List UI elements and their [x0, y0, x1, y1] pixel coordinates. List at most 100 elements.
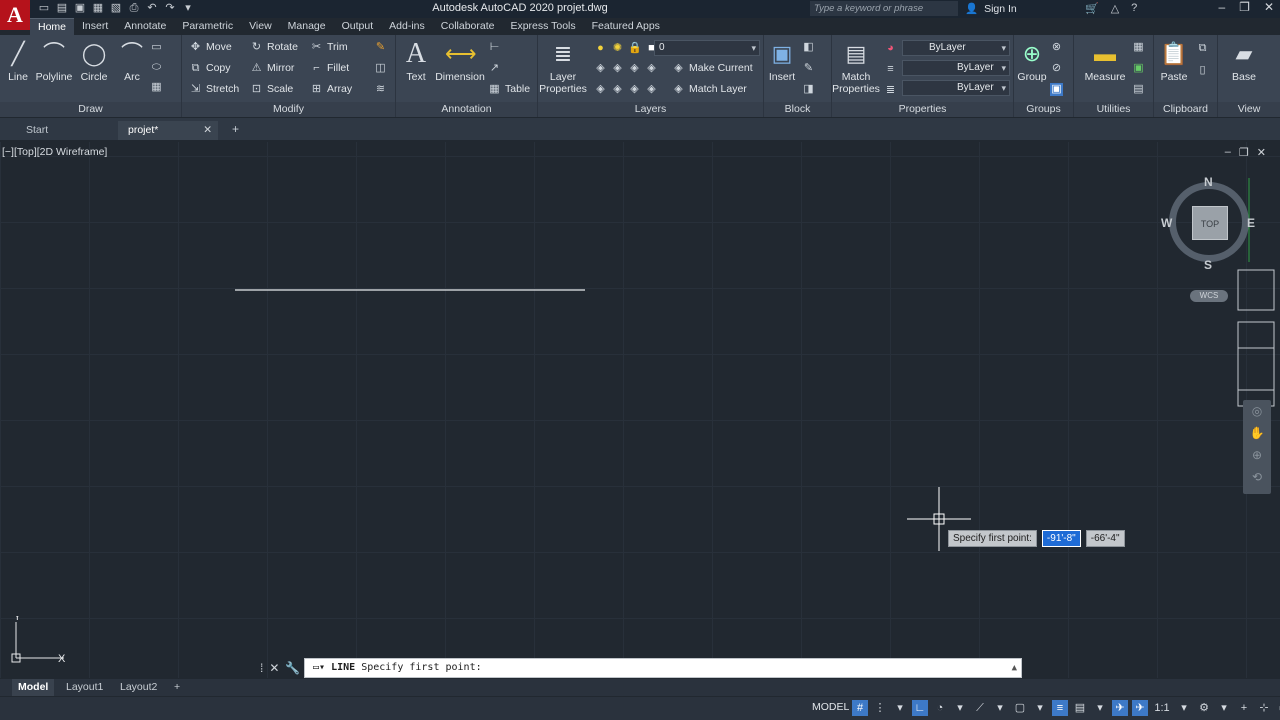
command-input[interactable]: ▭▾ LINE Specify first point: ▲	[304, 658, 1022, 678]
linetype-button[interactable]: ≡	[884, 60, 897, 78]
layer-delete-icon[interactable]: ◈	[628, 83, 641, 96]
quick-properties-icon[interactable]: ▭	[1276, 700, 1280, 716]
panel-title-groups[interactable]: Groups	[1014, 102, 1073, 117]
linetype-dropdown[interactable]: ByLayer	[902, 60, 1010, 76]
panel-title-layers[interactable]: Layers	[538, 102, 763, 117]
color-dropdown[interactable]: ByLayer	[902, 40, 1010, 56]
arc-button[interactable]: ⌒ Arc	[108, 39, 156, 83]
coordinate-y-input[interactable]: -66'-4"	[1085, 530, 1125, 547]
paste-button[interactable]: 📋 Paste	[1150, 39, 1198, 83]
offset-button[interactable]: ≋	[374, 80, 387, 98]
workspace-menu-icon[interactable]: ▾	[1216, 700, 1232, 716]
create-block-button[interactable]: ◧	[802, 38, 815, 56]
match-layer-button[interactable]: ◈ Match Layer	[672, 80, 747, 98]
hatch-button[interactable]: ⬭	[150, 58, 163, 76]
attribute-button[interactable]: ◨	[802, 80, 815, 98]
minimize-icon[interactable]: –	[1218, 0, 1225, 14]
leader-button[interactable]: ↗	[488, 59, 501, 77]
explode-button[interactable]: ◫	[374, 59, 387, 77]
wcs-menu[interactable]: WCS	[1190, 290, 1228, 302]
grip-icon[interactable]: ⁞	[260, 661, 263, 675]
autoscale-icon[interactable]: ✈	[1132, 700, 1148, 716]
sun-icon[interactable]: ✺	[611, 42, 624, 55]
stretch-button[interactable]: ⇲ Stretch	[189, 80, 239, 98]
command-prompt-icon[interactable]: ▭▾	[313, 662, 325, 673]
rectangle-button[interactable]: ▭	[150, 38, 163, 56]
array-button[interactable]: ⊞ Array	[310, 80, 352, 98]
layout-tab-layout1[interactable]: Layout1	[60, 679, 109, 696]
cut-button[interactable]: ⧉	[1196, 39, 1209, 57]
selection-cycling-icon[interactable]: ▾	[1092, 700, 1108, 716]
isodraft-menu-icon[interactable]: ▾	[992, 700, 1008, 716]
polar-icon[interactable]: ◔	[932, 700, 948, 716]
file-tab-start[interactable]: Start	[16, 121, 58, 140]
layer-previous-icon[interactable]: ◈	[645, 83, 658, 96]
sign-in[interactable]: 👤 Sign In	[965, 2, 1017, 16]
select-all-button[interactable]: ▣	[1132, 59, 1145, 77]
model-space-toggle[interactable]: MODEL	[812, 701, 849, 713]
compass-east[interactable]: E	[1247, 216, 1255, 230]
hatch-pattern-button[interactable]: ▦	[150, 78, 163, 96]
rotate-button[interactable]: ↻ Rotate	[250, 38, 298, 56]
drawing-canvas[interactable]: [−][Top][2D Wireframe] – ❐ ✕ TOP N S E W…	[0, 142, 1280, 678]
panel-title-block[interactable]: Block	[764, 102, 831, 117]
group-select-button[interactable]: ▣	[1050, 80, 1063, 98]
viewcube[interactable]: TOP N S E W	[1161, 175, 1255, 272]
orbit-icon[interactable]: ⟲	[1243, 466, 1271, 488]
tab-featured-apps[interactable]: Featured Apps	[584, 18, 668, 35]
group-button[interactable]: ⊕ Group	[1008, 39, 1056, 83]
dimension-button[interactable]: ⟷ Dimension	[432, 39, 488, 83]
lock-icon[interactable]: 🔒	[628, 42, 642, 55]
layout-tab-model[interactable]: Model	[12, 679, 55, 696]
pan-icon[interactable]: ✋	[1243, 422, 1271, 444]
quick-calc-button[interactable]: ▦	[1132, 38, 1145, 56]
tab-annotate[interactable]: Annotate	[116, 18, 174, 35]
make-current-button[interactable]: ◈ Make Current	[672, 59, 752, 77]
copy-button[interactable]: ⧉ Copy	[189, 59, 231, 77]
trim-button[interactable]: ✂ Trim	[310, 38, 348, 56]
panel-title-annotation[interactable]: Annotation	[396, 102, 537, 117]
snap-icon[interactable]: ⋮	[872, 700, 888, 716]
scale-menu-icon[interactable]: ▾	[1176, 700, 1192, 716]
compass-west[interactable]: W	[1161, 216, 1172, 230]
close-icon[interactable]: ✕	[1264, 0, 1274, 14]
mirror-button[interactable]: ⚠ Mirror	[250, 59, 295, 77]
edit-block-button[interactable]: ✎	[802, 59, 815, 77]
tab-view[interactable]: View	[241, 18, 280, 35]
tab-express-tools[interactable]: Express Tools	[502, 18, 583, 35]
layer-off-icon[interactable]: ◈	[594, 62, 607, 75]
panel-title-utilities[interactable]: Utilities	[1074, 102, 1153, 117]
command-history-icon[interactable]: ▲	[1012, 659, 1017, 677]
transparency-icon[interactable]: ▤	[1072, 700, 1088, 716]
annotation-monitor-icon[interactable]: +	[1236, 700, 1252, 716]
tab-parametric[interactable]: Parametric	[174, 18, 241, 35]
annotation-visibility-icon[interactable]: ✈	[1112, 700, 1128, 716]
steering-wheel-icon[interactable]: ◎	[1243, 400, 1271, 422]
color-wheel-button[interactable]: ◕	[884, 39, 897, 57]
insert-button[interactable]: ▣ Insert	[758, 39, 806, 83]
workspace-gear-icon[interactable]: ⚙	[1196, 700, 1212, 716]
compass-south[interactable]: S	[1204, 258, 1212, 272]
group-edit-button[interactable]: ⊘	[1050, 59, 1063, 77]
panel-title-draw[interactable]: Draw	[0, 102, 181, 117]
file-tab-active[interactable]: projet* ✕	[118, 121, 218, 140]
layer-freeze-icon[interactable]: ◈	[628, 62, 641, 75]
lineweight-display-icon[interactable]: ≡	[1052, 700, 1068, 716]
layer-lock-icon[interactable]: ◈	[645, 62, 658, 75]
osnap-menu-icon[interactable]: ▾	[1032, 700, 1048, 716]
layer-properties-button[interactable]: ≣ Layer Properties	[538, 39, 588, 95]
cmd-close-icon[interactable]: ✕	[269, 661, 279, 675]
lineweight-dropdown[interactable]: ByLayer	[902, 80, 1010, 96]
erase-button[interactable]: ✎	[374, 38, 387, 56]
grid-icon[interactable]: #	[852, 700, 868, 716]
tab-collaborate[interactable]: Collaborate	[433, 18, 503, 35]
fillet-button[interactable]: ⌐ Fillet	[310, 59, 349, 77]
ortho-icon[interactable]: ∟	[912, 700, 928, 716]
annotation-scale-label[interactable]: 1:1	[1152, 700, 1172, 716]
layer-walk-icon[interactable]: ◈	[594, 83, 607, 96]
compass-north[interactable]: N	[1204, 175, 1213, 189]
copy-clip-button[interactable]: ▯	[1196, 61, 1209, 79]
help-icon[interactable]: ?	[1131, 2, 1137, 15]
ungroup-button[interactable]: ⊗	[1050, 38, 1063, 56]
restore-icon[interactable]: ❐	[1239, 0, 1250, 14]
